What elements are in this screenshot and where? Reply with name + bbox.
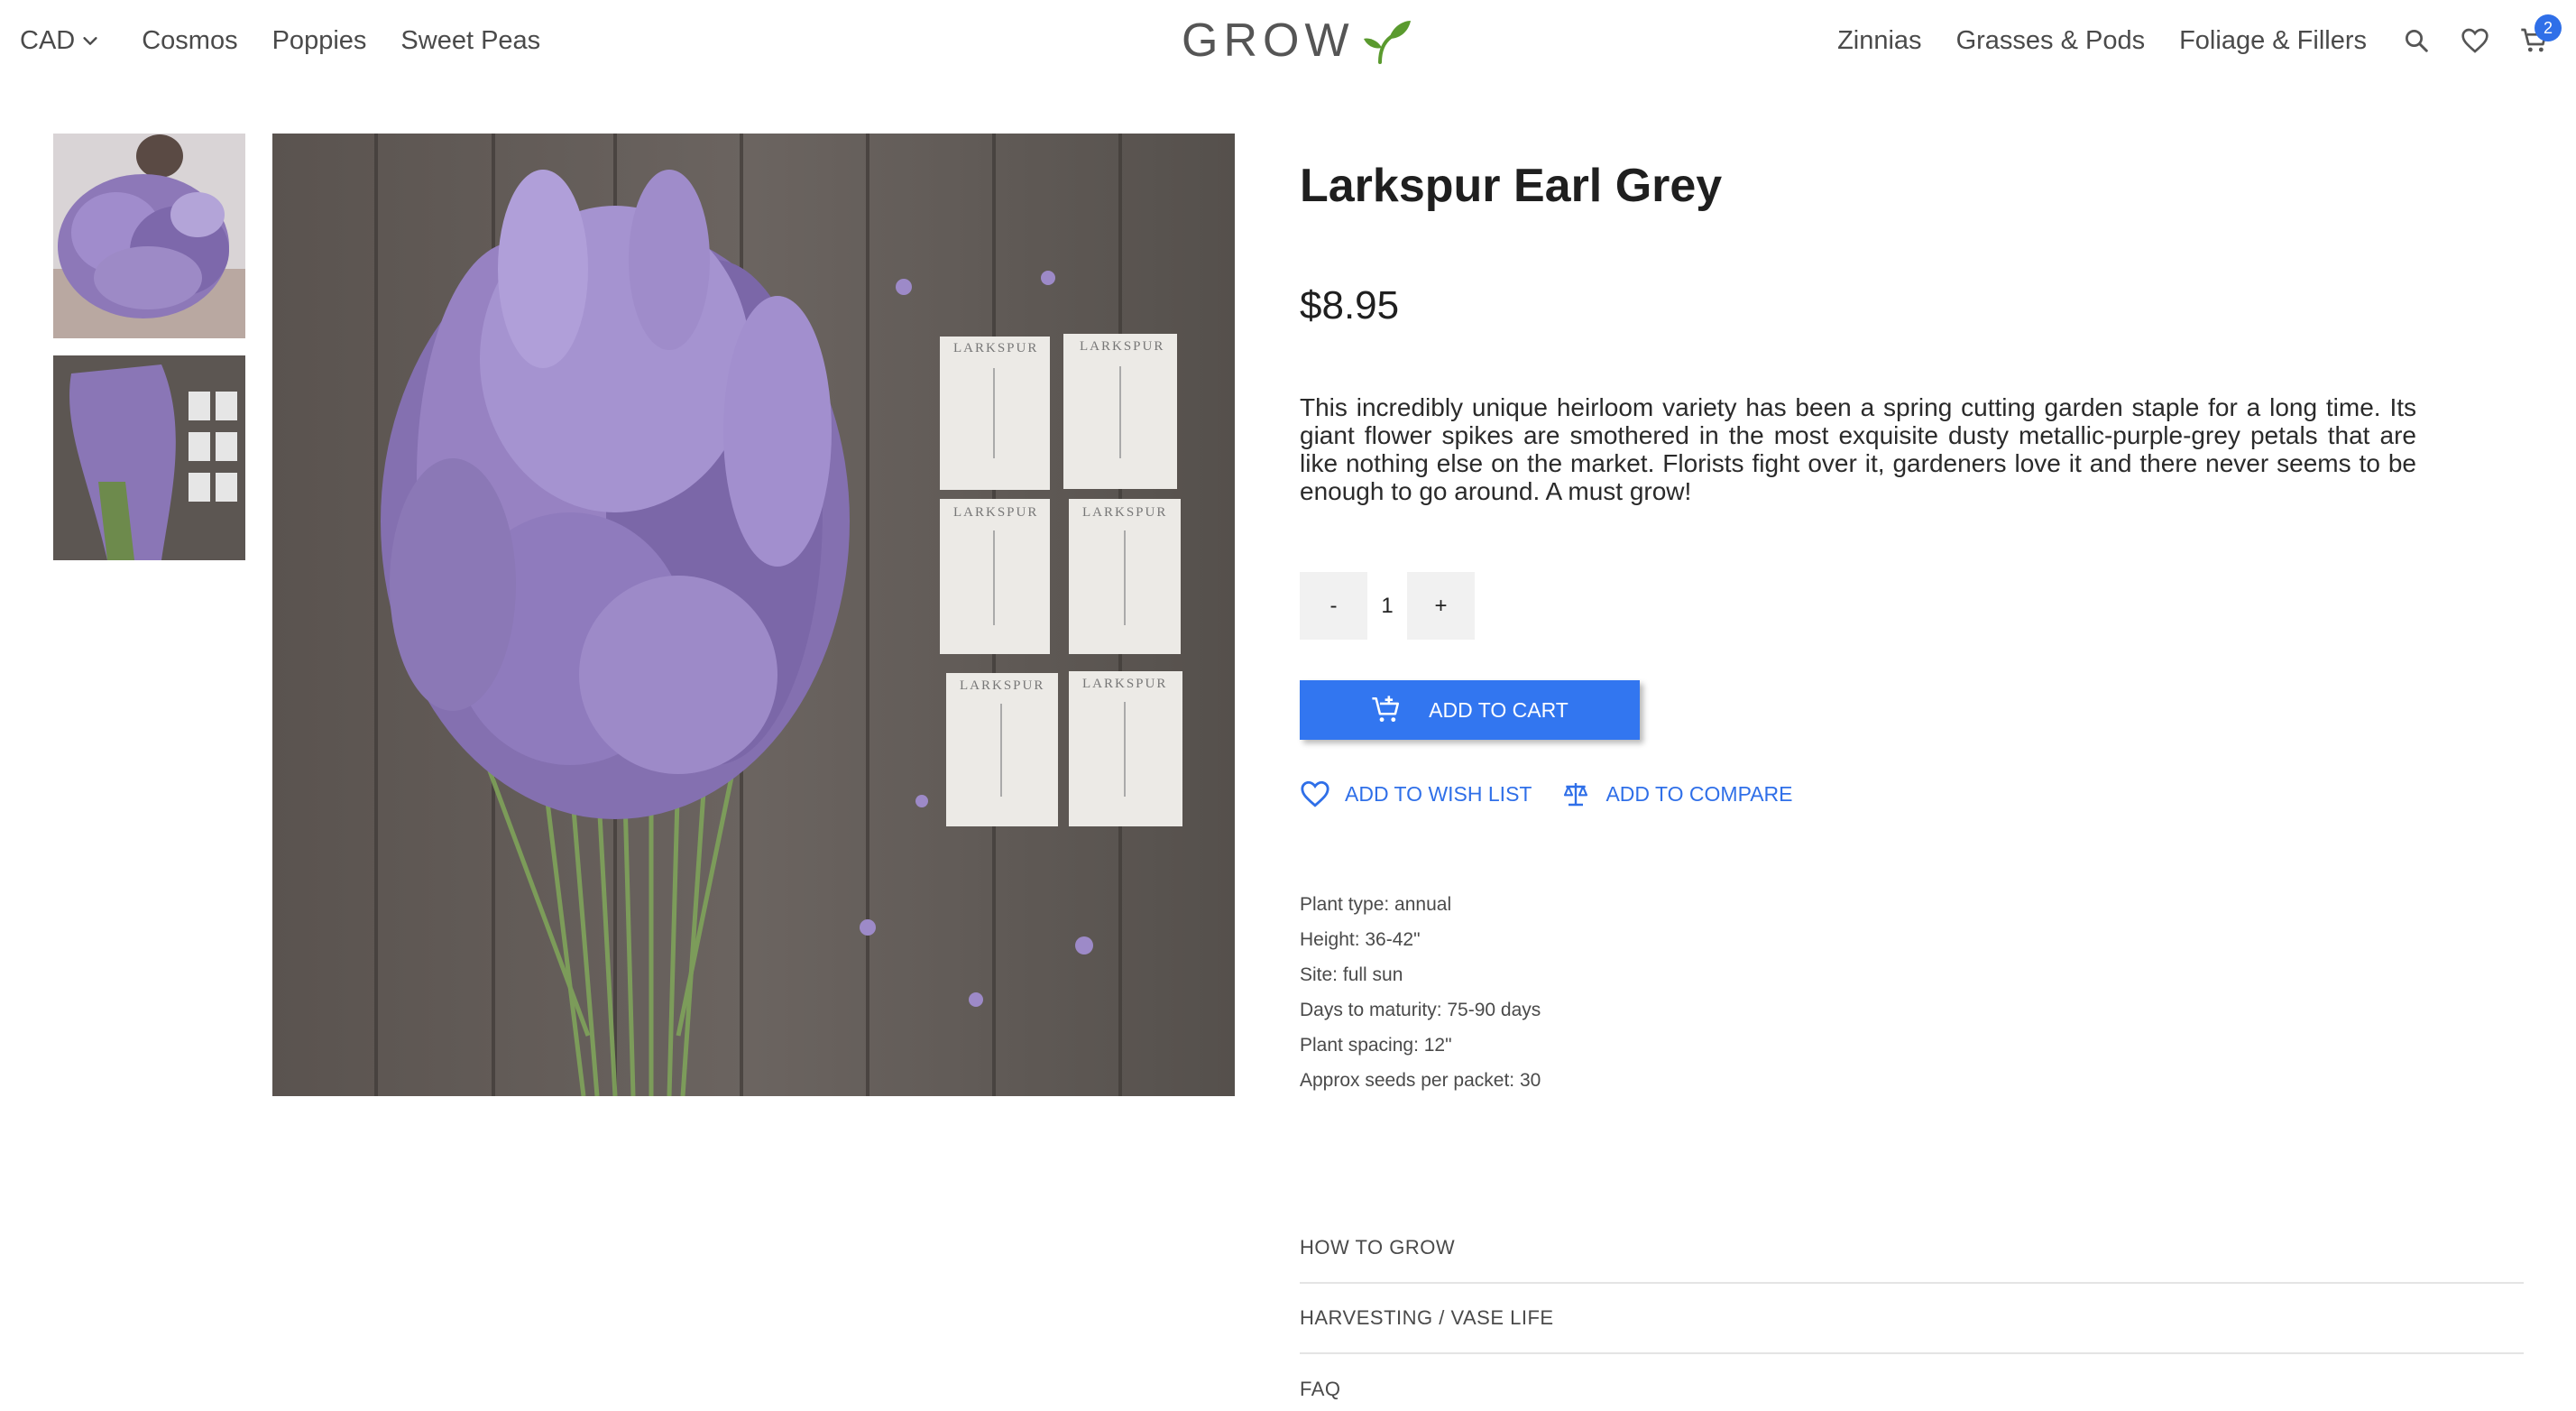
nav-link-sweet-peas[interactable]: Sweet Peas (400, 26, 540, 56)
spec-days-to-maturity: Days to maturity: 75-90 days (1300, 1000, 1541, 1020)
add-to-wishlist-label: ADD TO WISH LIST (1345, 781, 1532, 806)
nav-link-grasses-pods[interactable]: Grasses & Pods (1956, 26, 2146, 56)
spec-plant-spacing: Plant spacing: 12" (1300, 1035, 1452, 1056)
thumbnail-bouquet-image (53, 134, 245, 338)
search-button[interactable] (2403, 27, 2430, 54)
spec-height: Height: 36-42" (1300, 929, 1421, 950)
packet-label: LARKSPUR (1080, 339, 1164, 354)
thumbnail-seed-packets-image (53, 355, 245, 560)
accordion-harvesting-vase-life[interactable]: HARVESTING / VASE LIFE (1300, 1284, 2524, 1354)
balance-scale-icon (1564, 783, 1588, 807)
add-to-compare-link[interactable]: ADD TO COMPARE (1560, 779, 1793, 808)
search-icon (2406, 30, 2428, 52)
packet-label: LARKSPUR (953, 341, 1038, 355)
heart-icon (2461, 28, 2489, 53)
spec-seeds-per-packet: Approx seeds per packet: 30 (1300, 1070, 1541, 1091)
spec-plant-type: Plant type: annual (1300, 894, 1452, 915)
nav-link-cosmos[interactable]: Cosmos (142, 26, 237, 56)
packet-label: LARKSPUR (1082, 505, 1167, 520)
secondary-actions: ADD TO WISH LIST ADD TO COMPARE (1300, 779, 1822, 808)
sprout-icon (1363, 21, 1411, 64)
quantity-input[interactable]: 1 (1367, 572, 1407, 640)
packet-label: LARKSPUR (1082, 677, 1167, 691)
wishlist-button[interactable] (2461, 27, 2489, 54)
add-to-cart-button[interactable]: ADD TO CART (1300, 680, 1640, 740)
nav-link-poppies[interactable]: Poppies (272, 26, 367, 56)
quantity-decrement-button[interactable]: - (1300, 572, 1367, 640)
cart-plus-icon (1372, 696, 1400, 723)
thumbnail-seed-packets[interactable] (53, 355, 245, 560)
cart-count-badge: 2 (2535, 14, 2562, 42)
accordion-how-to-grow[interactable]: HOW TO GROW (1300, 1213, 2524, 1284)
product-info-accordion: HOW TO GROW HARVESTING / VASE LIFE FAQ (1300, 1213, 2524, 1411)
larkspur-bouquet-image: LARKSPUR LARKSPUR LARKSPUR LARKSPUR LARK… (272, 134, 1235, 1096)
nav-link-zinnias[interactable]: Zinnias (1837, 26, 1922, 56)
add-to-cart-label: ADD TO CART (1429, 697, 1569, 722)
primary-nav-right: Zinnias Grasses & Pods Foliage & Fillers (1803, 0, 2562, 81)
primary-nav-left: CAD Cosmos Poppies Sweet Peas (20, 0, 575, 81)
quantity-stepper: - 1 + (1300, 572, 1475, 640)
add-to-wishlist-link[interactable]: ADD TO WISH LIST (1300, 779, 1532, 808)
packet-label: LARKSPUR (953, 505, 1038, 520)
currency-selector[interactable]: CAD (20, 26, 100, 56)
thumbnail-bouquet[interactable] (53, 134, 245, 338)
main-product-image[interactable]: LARKSPUR LARKSPUR LARKSPUR LARKSPUR LARK… (272, 134, 1235, 1096)
cart-button[interactable]: 2 (2520, 14, 2562, 54)
site-logo[interactable]: GROW (1182, 11, 1412, 70)
accordion-faq[interactable]: FAQ (1300, 1354, 2524, 1411)
logo-text: GROW (1182, 14, 1355, 67)
nav-link-foliage-fillers[interactable]: Foliage & Fillers (2179, 26, 2367, 56)
product-specs: Plant type: annual Height: 36-42" Site: … (1300, 893, 1541, 1104)
currency-label: CAD (20, 25, 76, 55)
product-price: $8.95 (1300, 283, 1400, 327)
product-description: This incredibly unique heirloom variety … (1300, 393, 2416, 505)
heart-outline-icon (1301, 780, 1329, 807)
chevron-down-icon (83, 37, 97, 45)
add-to-compare-label: ADD TO COMPARE (1605, 781, 1793, 806)
packet-label: LARKSPUR (960, 678, 1044, 693)
quantity-increment-button[interactable]: + (1407, 572, 1475, 640)
spec-site: Site: full sun (1300, 964, 1403, 985)
product-page: CAD Cosmos Poppies Sweet Peas GROW Zinni… (0, 0, 2576, 1411)
site-header: CAD Cosmos Poppies Sweet Peas GROW Zinni… (0, 0, 2576, 81)
product-title: Larkspur Earl Grey (1300, 160, 1723, 212)
